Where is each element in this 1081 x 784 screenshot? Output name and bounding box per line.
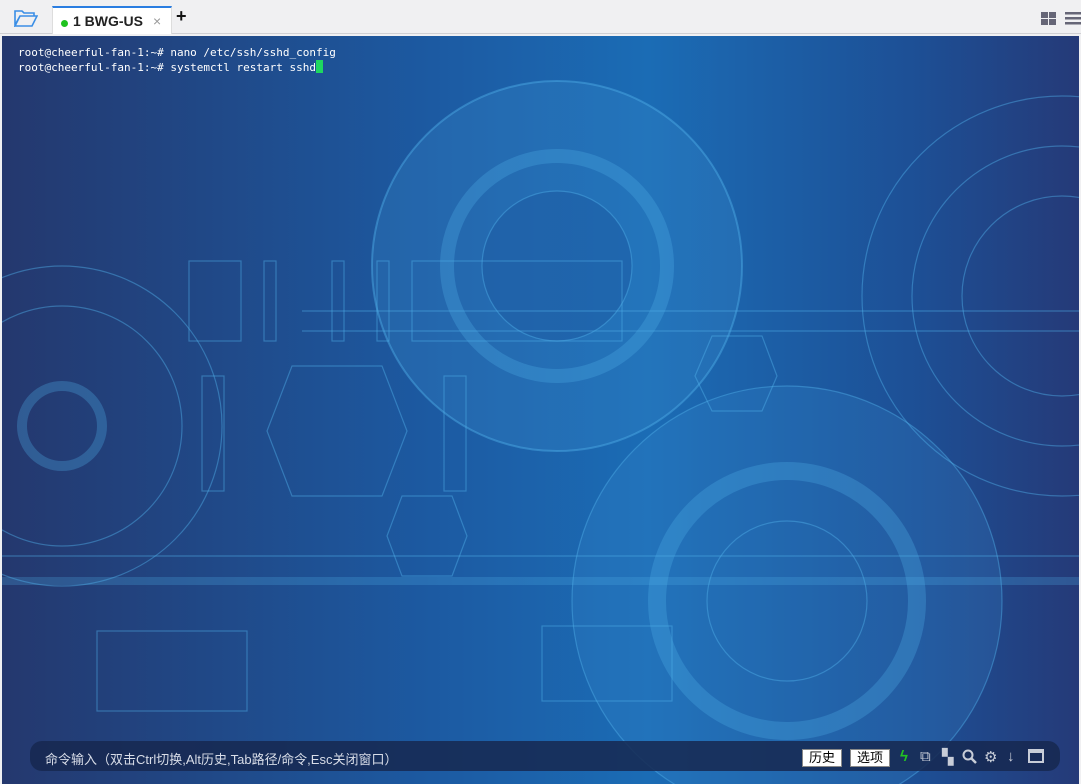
plus-icon[interactable]: + bbox=[176, 6, 187, 27]
terminal-line: root@cheerful-fan-1:~# nano /etc/ssh/ssh… bbox=[18, 46, 336, 59]
background-decoration bbox=[2, 80, 1079, 784]
options-button[interactable]: 选项 bbox=[850, 749, 891, 767]
terminal-line: root@cheerful-fan-1:~# systemctl restart… bbox=[18, 60, 336, 75]
download-icon[interactable]: ↓ bbox=[1007, 748, 1015, 765]
window-icon[interactable] bbox=[1028, 749, 1044, 763]
gear-icon[interactable]: ⚙ bbox=[984, 748, 997, 766]
lightning-icon[interactable]: ϟ bbox=[900, 748, 908, 765]
connection-status-icon bbox=[61, 20, 68, 27]
tab-bwg-us[interactable]: 1 BWG-US × bbox=[52, 6, 172, 34]
tab-bar: 1 BWG-US × + bbox=[0, 0, 1081, 34]
history-button[interactable]: 历史 bbox=[802, 749, 843, 767]
grid-layout-icon[interactable] bbox=[1041, 12, 1056, 25]
command-input[interactable]: 命令输入（双击Ctrl切换,Alt历史,Tab路径/命令,Esc关闭窗口） bbox=[45, 749, 397, 768]
search-icon[interactable] bbox=[962, 749, 977, 764]
folder-open-icon[interactable] bbox=[14, 9, 38, 27]
terminal-output: root@cheerful-fan-1:~# nano /etc/ssh/ssh… bbox=[18, 46, 336, 75]
terminal[interactable]: root@cheerful-fan-1:~# nano /etc/ssh/ssh… bbox=[2, 36, 1079, 784]
paste-icon[interactable]: ▚ bbox=[942, 748, 954, 766]
terminal-line-text: root@cheerful-fan-1:~# systemctl restart… bbox=[18, 61, 317, 74]
menu-icon[interactable] bbox=[1065, 12, 1081, 25]
copy-icon[interactable]: ⧉ bbox=[920, 748, 931, 765]
command-input-bar[interactable]: 命令输入（双击Ctrl切换,Alt历史,Tab路径/命令,Esc关闭窗口） 历史… bbox=[30, 741, 1060, 771]
close-icon[interactable]: × bbox=[153, 13, 161, 29]
tab-label: 1 BWG-US bbox=[73, 13, 143, 29]
cursor bbox=[316, 60, 324, 73]
